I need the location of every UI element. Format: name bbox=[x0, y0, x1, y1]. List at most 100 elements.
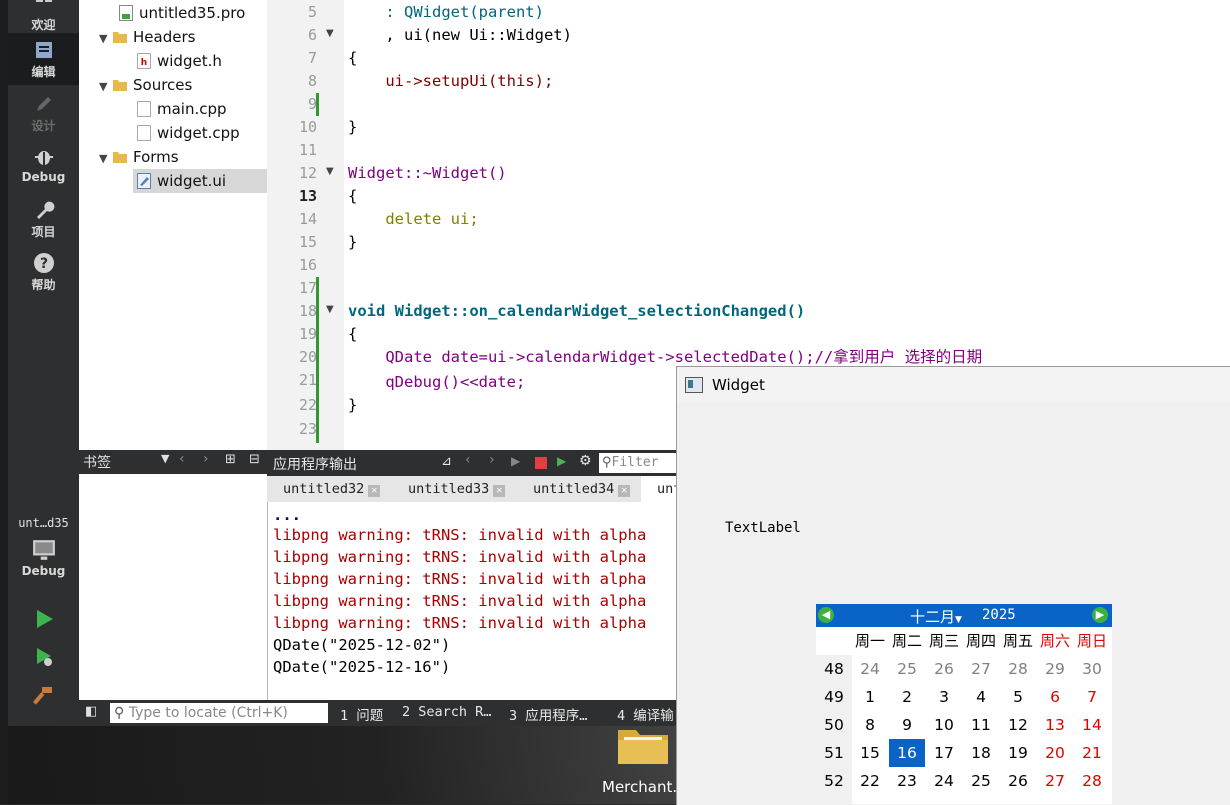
desktop-folder-icon[interactable] bbox=[616, 722, 670, 766]
close-pane-icon[interactable]: ⊟ bbox=[249, 452, 260, 467]
fold-marker-icon[interactable]: ▼ bbox=[326, 304, 336, 315]
tree-item-forms[interactable]: ▼ Forms bbox=[99, 145, 179, 169]
calendar-day[interactable]: 23 bbox=[889, 767, 925, 795]
status-compile-output[interactable]: 4 编译输 bbox=[617, 704, 674, 724]
calendar-day[interactable]: 10 bbox=[926, 711, 962, 739]
mode-projects[interactable]: 项目 bbox=[8, 199, 79, 245]
status-app-output[interactable]: 3 应用程序… bbox=[509, 704, 587, 724]
code-line-18[interactable]: void Widget::on_calendarWidget_selection… bbox=[348, 300, 805, 323]
calendar-day[interactable]: 4 bbox=[963, 683, 999, 711]
calendar-day[interactable]: 26 bbox=[926, 655, 962, 683]
sidebar-toggle-icon[interactable]: ◧ bbox=[85, 704, 97, 719]
code-line-22[interactable]: } bbox=[348, 394, 357, 417]
calendar-day[interactable]: 27 bbox=[963, 655, 999, 683]
next-month-icon[interactable]: ▶ bbox=[1092, 607, 1108, 623]
calendar-day[interactable]: 20 bbox=[1037, 739, 1073, 767]
mode-help[interactable]: ? 帮助 bbox=[8, 252, 79, 298]
tree-item-widget-cpp[interactable]: widget.cpp bbox=[137, 121, 240, 145]
debug-run-button[interactable] bbox=[8, 646, 79, 676]
calendar-day[interactable]: 8 bbox=[852, 711, 888, 739]
calendar-day[interactable]: 29 bbox=[1037, 655, 1073, 683]
calendar-day[interactable]: 5 bbox=[1000, 683, 1036, 711]
chevron-right-icon[interactable]: › bbox=[203, 451, 209, 467]
split-icon[interactable]: ⊞ bbox=[225, 452, 236, 467]
calendar-day[interactable]: 25 bbox=[963, 767, 999, 795]
calendar-day-selected[interactable]: 16 bbox=[889, 739, 925, 767]
tree-item-headers[interactable]: ▼ Headers bbox=[99, 25, 195, 49]
debug-play-icon[interactable]: ▶ bbox=[557, 454, 566, 468]
code-line-13[interactable]: { bbox=[348, 185, 357, 208]
calendar-day[interactable]: 15 bbox=[852, 739, 888, 767]
code-line-19[interactable]: { bbox=[348, 323, 357, 346]
chevron-right-icon[interactable]: › bbox=[489, 452, 495, 468]
code-line-15[interactable]: } bbox=[348, 231, 357, 254]
tree-item-widget-h[interactable]: h widget.h bbox=[137, 49, 222, 73]
chevron-left-icon[interactable]: ‹ bbox=[465, 452, 471, 468]
desktop-icon-label[interactable]: Merchant. bbox=[602, 778, 677, 796]
locator-input[interactable]: ⚲ Type to locate (Ctrl+K) bbox=[110, 703, 328, 723]
calendar-day[interactable]: 28 bbox=[1000, 655, 1036, 683]
mode-welcome[interactable]: 欢迎 bbox=[8, 0, 79, 32]
calendar-day[interactable]: 6 bbox=[1037, 683, 1073, 711]
calendar-day[interactable]: 13 bbox=[1037, 711, 1073, 739]
year-selector[interactable]: 2025 bbox=[982, 607, 1016, 623]
calendar-day[interactable]: 21 bbox=[1074, 739, 1110, 767]
status-search-results[interactable]: 2 Search R… bbox=[402, 704, 491, 720]
calendar-day[interactable]: 26 bbox=[1000, 767, 1036, 795]
run-button[interactable] bbox=[8, 608, 79, 638]
widget-title-bar[interactable]: Widget bbox=[677, 367, 1230, 403]
tree-item-main-cpp[interactable]: main.cpp bbox=[137, 97, 227, 121]
calendar-day[interactable]: 24 bbox=[926, 767, 962, 795]
filter-input[interactable]: ⚲Filter bbox=[599, 453, 677, 473]
close-icon[interactable]: ✕ bbox=[368, 485, 381, 497]
calendar-day[interactable]: 24 bbox=[852, 655, 888, 683]
calendar-day[interactable]: 27 bbox=[1037, 767, 1073, 795]
calendar-day[interactable]: 12 bbox=[1000, 711, 1036, 739]
kit-selector[interactable]: Debug bbox=[8, 538, 79, 588]
close-icon[interactable]: ✕ bbox=[618, 485, 631, 497]
code-line-21[interactable]: qDebug()<<date; bbox=[348, 371, 525, 394]
calendar-day[interactable]: 14 bbox=[1074, 711, 1110, 739]
tree-item-pro-file[interactable]: untitled35.pro bbox=[119, 1, 245, 25]
code-line-7[interactable]: { bbox=[348, 47, 357, 70]
mode-edit[interactable]: 编辑 bbox=[8, 33, 79, 85]
chevron-left-icon[interactable]: ‹ bbox=[179, 451, 185, 467]
code-line-8[interactable]: ui->setupUi(this); bbox=[348, 70, 553, 93]
calendar-day[interactable]: 28 bbox=[1074, 767, 1110, 795]
code-line-5[interactable]: : QWidget(parent) bbox=[348, 1, 544, 24]
tree-item-widget-ui[interactable]: widget.ui bbox=[133, 169, 267, 193]
calendar-day[interactable]: 2 bbox=[889, 683, 925, 711]
output-tab[interactable]: untitled34 ✕ bbox=[517, 476, 643, 502]
status-issues[interactable]: 1 问题 bbox=[340, 704, 383, 724]
calendar-day[interactable]: 9 bbox=[889, 711, 925, 739]
calendar-day[interactable]: 30 bbox=[1074, 655, 1110, 683]
calendar-day[interactable]: 17 bbox=[926, 739, 962, 767]
output-tab[interactable]: untitled32 ✕ bbox=[267, 476, 393, 502]
fold-marker-icon[interactable]: ▼ bbox=[326, 28, 336, 39]
attach-icon[interactable]: ⊿ bbox=[441, 454, 452, 469]
build-button[interactable] bbox=[8, 684, 79, 714]
code-line-12[interactable]: Widget::~Widget() bbox=[348, 162, 507, 185]
calendar-day[interactable]: 19 bbox=[1000, 739, 1036, 767]
calendar-day[interactable]: 11 bbox=[963, 711, 999, 739]
output-tab[interactable]: untitled33 ✕ bbox=[392, 476, 518, 502]
calendar-day[interactable]: 25 bbox=[889, 655, 925, 683]
month-selector[interactable]: 十二月▼ bbox=[910, 606, 962, 627]
bookmarks-list[interactable] bbox=[79, 474, 267, 700]
code-line-6[interactable]: , ui(new Ui::Widget) bbox=[348, 24, 572, 47]
play-icon[interactable]: ▶ bbox=[511, 454, 520, 468]
chevron-down-icon[interactable]: ▼ bbox=[99, 75, 113, 99]
mode-design[interactable]: 设计 bbox=[8, 93, 79, 139]
mode-debug[interactable]: Debug bbox=[8, 146, 79, 192]
close-icon[interactable]: ✕ bbox=[493, 485, 506, 497]
gear-icon[interactable]: ⚙ bbox=[579, 453, 592, 469]
calendar-day[interactable]: 3 bbox=[926, 683, 962, 711]
code-line-10[interactable]: } bbox=[348, 116, 357, 139]
code-line-14[interactable]: delete ui; bbox=[348, 208, 478, 231]
calendar-day[interactable]: 18 bbox=[963, 739, 999, 767]
tree-item-sources[interactable]: ▼ Sources bbox=[99, 73, 192, 97]
calendar-day[interactable]: 7 bbox=[1074, 683, 1110, 711]
chevron-down-icon[interactable]: ▼ bbox=[99, 27, 113, 51]
chevron-down-icon[interactable]: ▼ bbox=[99, 147, 113, 171]
dropdown-arrow-icon[interactable]: ▼ bbox=[161, 452, 169, 465]
